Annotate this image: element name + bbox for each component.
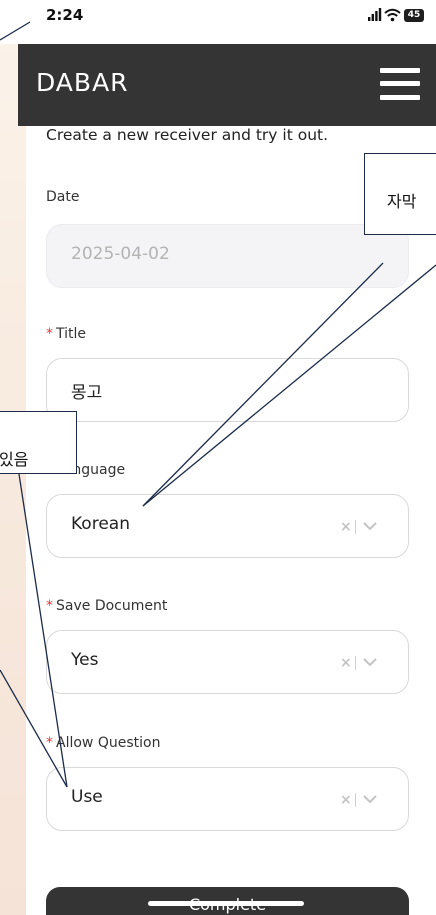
status-bar: 2:24 45 bbox=[0, 0, 436, 44]
battery-icon: 45 bbox=[404, 9, 424, 22]
date-label: Date bbox=[46, 189, 79, 205]
left-callout: 있음 bbox=[0, 411, 77, 474]
hamburger-icon[interactable] bbox=[380, 68, 420, 102]
date-field: 2025-04-02 bbox=[46, 224, 409, 288]
title-input[interactable]: 몽고 bbox=[46, 358, 409, 422]
clear-icon[interactable]: × bbox=[340, 519, 352, 535]
right-callout-text: 자막 bbox=[387, 192, 417, 211]
allow-question-select[interactable]: Use × bbox=[46, 767, 409, 831]
date-label-text: Date bbox=[46, 189, 80, 205]
allow-question-value: Use bbox=[71, 787, 103, 807]
signal-icon bbox=[368, 8, 382, 21]
right-callout: 자막 bbox=[364, 153, 436, 235]
chevron-down-icon[interactable] bbox=[362, 520, 378, 532]
chevron-down-icon[interactable] bbox=[362, 656, 378, 668]
home-indicator bbox=[148, 901, 304, 906]
save-document-label-text: Save Document bbox=[56, 598, 168, 614]
select-divider bbox=[355, 656, 356, 670]
allow-question-label-text: Allow Question bbox=[56, 735, 161, 751]
app-navbar: DABAR bbox=[18, 44, 436, 126]
clear-icon[interactable]: × bbox=[340, 792, 352, 808]
select-controls: × bbox=[340, 791, 388, 809]
intro-text: Create a new receiver and try it out. bbox=[46, 126, 329, 144]
select-divider bbox=[355, 793, 356, 807]
language-value: Korean bbox=[71, 514, 130, 534]
brand-logo[interactable]: DABAR bbox=[36, 68, 129, 97]
date-value: 2025-04-02 bbox=[71, 244, 170, 264]
status-icons: 45 bbox=[368, 8, 428, 24]
chevron-down-icon[interactable] bbox=[362, 793, 378, 805]
clear-icon[interactable]: × bbox=[340, 655, 352, 671]
title-label-text: Title bbox=[56, 326, 87, 342]
allow-question-label: * Allow Question bbox=[46, 735, 160, 751]
title-value: 몽고 bbox=[71, 383, 103, 403]
wifi-icon bbox=[384, 8, 401, 22]
language-select[interactable]: Korean × bbox=[46, 494, 409, 558]
save-document-value: Yes bbox=[71, 650, 99, 670]
save-document-select[interactable]: Yes × bbox=[46, 630, 409, 694]
required-mark: * bbox=[46, 326, 53, 342]
save-document-label: * Save Document bbox=[46, 598, 167, 614]
select-controls: × bbox=[340, 654, 388, 672]
select-divider bbox=[355, 520, 356, 534]
title-label: * Title bbox=[46, 326, 86, 342]
required-mark: * bbox=[46, 598, 53, 614]
required-mark: * bbox=[46, 735, 53, 751]
select-controls: × bbox=[340, 518, 388, 536]
status-time: 2:24 bbox=[46, 6, 84, 24]
left-callout-text: 있음 bbox=[0, 450, 29, 469]
